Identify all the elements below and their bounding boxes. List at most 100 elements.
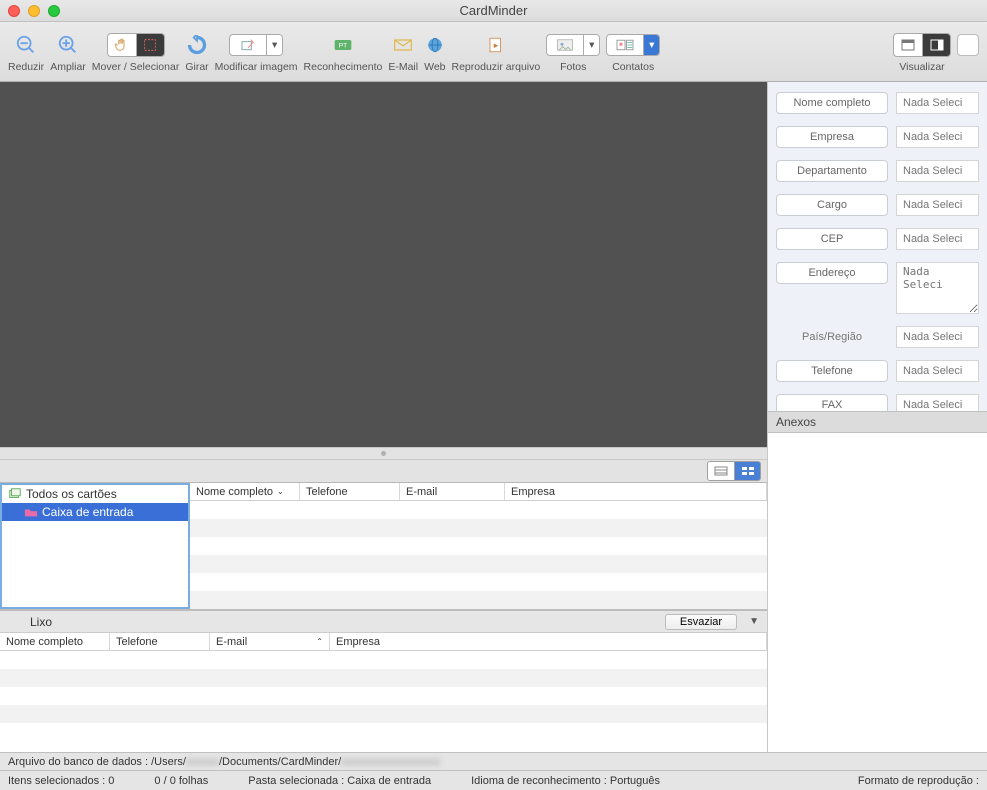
tree-item-all-cards[interactable]: Todos os cartões	[2, 485, 188, 503]
titlebar: CardMinder	[0, 0, 987, 22]
details-panel: Nome completo Empresa Departamento Cargo…	[767, 82, 987, 752]
toolbar-ampliar[interactable]: Ampliar	[50, 31, 86, 73]
col-empresa[interactable]: Empresa	[505, 483, 767, 500]
trash-pane: Lixo Esvaziar ▼ Nome completo Telefone E…	[0, 610, 767, 752]
chevron-down-icon[interactable]: ▾	[643, 35, 659, 55]
toolbar-reduzir-label: Reduzir	[8, 61, 44, 73]
toolbar-mover-selecionar-label: Mover / Selecionar	[92, 61, 180, 73]
tree-item-label: Todos os cartões	[26, 487, 117, 501]
field-label-departamento[interactable]: Departamento	[776, 160, 888, 182]
tree-item-label: Caixa de entrada	[42, 505, 133, 519]
lixo-col-email[interactable]: E-mail⌃	[210, 633, 330, 650]
toolbar-email[interactable]: E-Mail	[388, 31, 418, 73]
field-input-pais[interactable]	[896, 326, 979, 348]
window-title: CardMinder	[0, 3, 987, 18]
trash-title: Lixo	[8, 615, 52, 629]
trash-table-body[interactable]	[0, 651, 767, 752]
attachments-header: Anexos	[768, 411, 987, 433]
svg-text:PT: PT	[339, 42, 348, 49]
field-label-pais: País/Região	[776, 326, 888, 348]
toolbar-visualizar-label: Visualizar	[899, 61, 944, 73]
window-close-button[interactable]	[8, 5, 20, 17]
image-preview[interactable]	[0, 82, 767, 447]
path-mid: /Documents/CardMinder/	[219, 756, 341, 768]
field-input-cep[interactable]	[896, 228, 979, 250]
toolbar-reproduzir-label: Reproduzir arquivo	[452, 61, 541, 73]
toolbar-search[interactable]	[957, 31, 979, 73]
list-view-toggle[interactable]	[707, 461, 761, 481]
field-input-departamento[interactable]	[896, 160, 979, 182]
chevron-down-icon[interactable]: ▾	[583, 35, 599, 55]
zoom-in-icon	[57, 31, 79, 59]
crop-icon[interactable]	[230, 35, 266, 55]
database-path-bar: Arquivo do banco de dados : /Users/ xxxx…	[0, 752, 987, 770]
field-label-empresa[interactable]: Empresa	[776, 126, 888, 148]
field-label-nome[interactable]: Nome completo	[776, 92, 888, 114]
toolbar-mover-selecionar[interactable]: Mover / Selecionar	[92, 31, 180, 73]
toolbar-modificar-label: Modificar imagem	[215, 61, 298, 73]
trash-options-icon[interactable]: ▼	[749, 616, 759, 627]
list-view-icon[interactable]	[708, 462, 734, 480]
view-mode-2-icon[interactable]	[922, 34, 950, 56]
toolbar-reconhecimento[interactable]: PT Reconhecimento	[304, 31, 383, 73]
toolbar-modificar-imagem[interactable]: ▾ Modificar imagem	[215, 31, 298, 73]
lixo-col-telefone[interactable]: Telefone	[110, 633, 210, 650]
grid-view-icon[interactable]	[734, 462, 760, 480]
sort-indicator-icon: ⌃	[316, 637, 323, 646]
toolbar-reduzir[interactable]: Reduzir	[8, 31, 44, 73]
toolbar-reconhecimento-label: Reconhecimento	[304, 61, 383, 73]
path-prefix: Arquivo do banco de dados : /Users/	[8, 756, 186, 768]
toolbar-web[interactable]: Web	[424, 31, 445, 73]
toolbar-visualizar[interactable]: Visualizar	[893, 31, 951, 73]
col-nome[interactable]: Nome completo⌄	[190, 483, 300, 500]
field-label-fax[interactable]: FAX	[776, 394, 888, 411]
hand-icon[interactable]	[108, 34, 136, 56]
toolbar-girar-label: Girar	[185, 61, 208, 73]
toolbar-contatos[interactable]: ▾ Contatos	[606, 31, 660, 73]
card-table-body[interactable]	[190, 501, 767, 609]
file-play-icon	[487, 31, 505, 59]
path-file-redacted: xxxxxxxxxxxxxxxxxx	[341, 756, 440, 768]
window-minimize-button[interactable]	[28, 5, 40, 17]
tree-item-inbox[interactable]: Caixa de entrada	[2, 503, 188, 521]
folder-tree[interactable]: Todos os cartões Caixa de entrada	[0, 483, 190, 609]
toolbar-contatos-label: Contatos	[612, 61, 654, 73]
selection-icon[interactable]	[136, 34, 164, 56]
field-input-empresa[interactable]	[896, 126, 979, 148]
attachments-body[interactable]	[768, 433, 987, 752]
toolbar-girar[interactable]: Girar	[185, 31, 208, 73]
status-selected: Itens selecionados : 0	[8, 775, 114, 787]
col-telefone[interactable]: Telefone	[300, 483, 400, 500]
rotate-icon	[187, 31, 207, 59]
col-email[interactable]: E-mail	[400, 483, 505, 500]
card-table: Nome completo⌄ Telefone E-mail Empresa	[190, 483, 767, 609]
field-input-telefone[interactable]	[896, 360, 979, 382]
window-zoom-button[interactable]	[48, 5, 60, 17]
field-input-endereco[interactable]	[896, 262, 979, 314]
field-label-endereco[interactable]: Endereço	[776, 262, 888, 284]
status-bar: Itens selecionados : 0 0 / 0 folhas Past…	[0, 770, 987, 790]
photos-icon[interactable]	[547, 35, 583, 55]
lixo-col-empresa[interactable]: Empresa	[330, 633, 767, 650]
empty-trash-button[interactable]: Esvaziar	[665, 614, 737, 630]
cards-icon	[8, 487, 22, 501]
status-folder: Pasta selecionada : Caixa de entrada	[248, 775, 431, 787]
email-icon	[393, 31, 413, 59]
toolbar-fotos[interactable]: ▾ Fotos	[546, 31, 600, 73]
preview-resize-handle[interactable]	[0, 447, 767, 460]
field-label-cargo[interactable]: Cargo	[776, 194, 888, 216]
field-label-cep[interactable]: CEP	[776, 228, 888, 250]
toolbar-email-label: E-Mail	[388, 61, 418, 73]
field-input-nome[interactable]	[896, 92, 979, 114]
sort-indicator-icon: ⌄	[277, 487, 284, 496]
field-label-telefone[interactable]: Telefone	[776, 360, 888, 382]
lixo-col-nome[interactable]: Nome completo	[0, 633, 110, 650]
contacts-icon[interactable]	[607, 35, 643, 55]
chevron-down-icon[interactable]: ▾	[266, 35, 282, 55]
field-input-cargo[interactable]	[896, 194, 979, 216]
status-language: Idioma de reconhecimento : Português	[471, 775, 660, 787]
view-mode-1-icon[interactable]	[894, 34, 922, 56]
toolbar-reproduzir-arquivo[interactable]: Reproduzir arquivo	[452, 31, 541, 73]
field-input-fax[interactable]	[896, 394, 979, 411]
status-format: Formato de reprodução :	[858, 775, 979, 787]
